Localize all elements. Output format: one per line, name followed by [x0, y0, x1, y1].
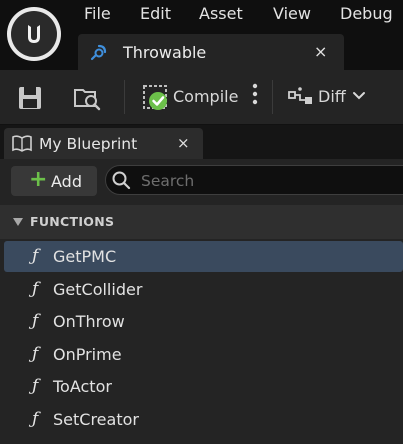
my-blueprint-panel: My Blueprint × + Add FUNCTIONS [0, 125, 403, 444]
save-icon[interactable] [16, 84, 44, 112]
menu-edit[interactable]: Edit [140, 4, 171, 23]
function-label: SetCreator [53, 410, 139, 429]
function-item[interactable]: ƒ GetCollider [4, 274, 403, 305]
book-icon [12, 135, 32, 152]
function-label: GetPMC [53, 247, 117, 266]
collapse-triangle-icon[interactable] [12, 217, 24, 227]
functions-section-header[interactable]: FUNCTIONS [0, 205, 403, 239]
function-item[interactable]: ƒ GetPMC [4, 241, 403, 272]
blueprint-class-icon [90, 44, 107, 61]
panel-tab-close-icon[interactable]: × [177, 134, 190, 152]
panel-body: + Add FUNCTIONS ƒ GetPMC [0, 159, 403, 444]
unreal-logo-mark [11, 11, 57, 57]
compile-button[interactable]: Compile [173, 87, 238, 106]
functions-section-label: FUNCTIONS [30, 214, 115, 229]
toolbar-separator [124, 80, 125, 114]
browse-content-icon[interactable] [72, 82, 102, 112]
toolbar: Compile Diff [0, 70, 403, 125]
function-item[interactable]: ƒ ToActor [4, 371, 403, 402]
chevron-down-icon[interactable] [352, 89, 366, 103]
function-item[interactable]: ƒ SetCreator [4, 404, 403, 435]
add-button-label: Add [51, 172, 82, 191]
function-icon: ƒ [32, 344, 39, 364]
search-input[interactable] [139, 169, 403, 193]
compile-options-icon[interactable] [250, 83, 260, 105]
diff-icon[interactable] [288, 86, 314, 108]
search-icon [112, 171, 131, 190]
compile-success-icon[interactable] [142, 84, 170, 112]
vertical-dots-icon [252, 83, 258, 105]
function-item[interactable]: ƒ OnThrow [4, 306, 403, 337]
unreal-logo-icon[interactable] [7, 7, 61, 61]
menu-file[interactable]: File [84, 4, 111, 23]
function-icon: ƒ [32, 376, 39, 396]
function-label: OnPrime [53, 345, 122, 364]
function-item[interactable]: ƒ OnPrime [4, 339, 403, 370]
diff-button[interactable]: Diff [318, 87, 346, 106]
unreal-u-icon [28, 25, 40, 43]
title-bar: File Edit Asset View Debug Throwable × [0, 0, 403, 70]
plus-icon: + [29, 167, 48, 192]
menu-view[interactable]: View [273, 4, 311, 23]
function-icon: ƒ [32, 279, 39, 299]
tab-my-blueprint[interactable]: My Blueprint × [4, 128, 203, 159]
menu-asset[interactable]: Asset [199, 4, 243, 23]
blueprint-editor-window: File Edit Asset View Debug Throwable × C… [0, 0, 403, 444]
function-label: ToActor [53, 377, 112, 396]
function-icon: ƒ [32, 409, 39, 429]
function-label: GetCollider [53, 280, 143, 299]
document-tab-throwable[interactable]: Throwable × [78, 34, 344, 70]
function-icon: ƒ [32, 311, 39, 331]
toolbar-separator [272, 80, 273, 114]
document-tab-close-icon[interactable]: × [314, 42, 327, 61]
search-box[interactable] [105, 165, 403, 195]
panel-tab-label: My Blueprint [39, 135, 138, 153]
menu-debug[interactable]: Debug [340, 4, 393, 23]
document-tab-label: Throwable [123, 43, 207, 62]
add-button[interactable]: + Add [11, 166, 97, 196]
function-icon: ƒ [32, 246, 39, 266]
function-label: OnThrow [53, 312, 125, 331]
